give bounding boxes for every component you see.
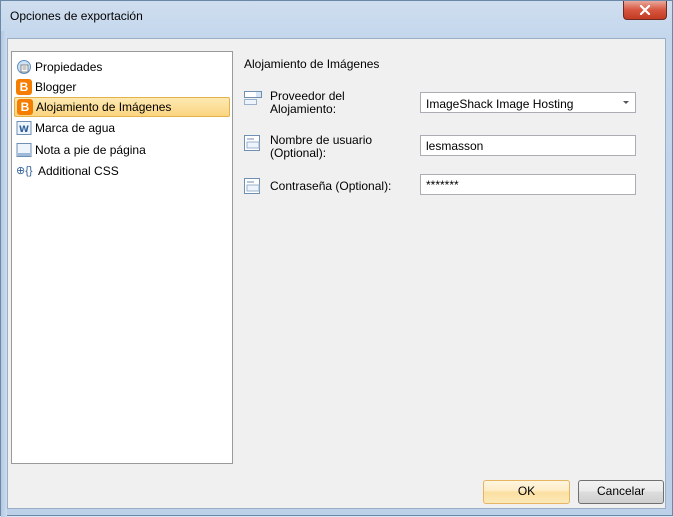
close-icon (639, 5, 651, 15)
title-bar: Opciones de exportación (1, 1, 672, 31)
username-value: lesmasson (426, 139, 484, 153)
provider-label: Proveedor del Alojamiento: (244, 90, 345, 116)
sidebar-item-label: Alojamiento de Imágenes (36, 100, 172, 114)
watermark-icon: W (16, 120, 32, 136)
sidebar-item-additional-css[interactable]: ⊕{} Additional CSS (14, 161, 230, 181)
sidebar-item-label: Propiedades (35, 60, 103, 74)
sidebar-item-label: Marca de agua (35, 121, 116, 135)
ok-button[interactable]: OK (483, 480, 570, 504)
sidebar-item-label: Nota a pie de página (35, 143, 146, 157)
provider-select[interactable]: ImageShack Image Hosting (420, 92, 636, 113)
svg-text:W: W (19, 125, 29, 135)
export-options-dialog: Opciones de exportación Propiedades B Bl… (0, 0, 673, 517)
textfield-icon (244, 178, 262, 194)
sidebar-item-label: Additional CSS (38, 164, 119, 178)
password-label: Contraseña (Optional): (244, 177, 391, 194)
username-input[interactable]: lesmasson (420, 135, 636, 156)
username-label-line1: Nombre de usuario (270, 133, 373, 147)
chevron-down-icon (623, 101, 629, 104)
sidebar-item-label: Blogger (35, 80, 77, 94)
properties-icon (16, 59, 32, 75)
password-value: ******* (426, 178, 459, 192)
footer-icon (16, 142, 32, 158)
provider-label-line2: Alojamiento: (270, 102, 337, 116)
textfield-icon (244, 135, 262, 151)
sidebar: Propiedades B Blogger B Alojamiento de I… (11, 51, 233, 464)
password-input[interactable]: ******* (420, 174, 636, 195)
dialog-client-area: Propiedades B Blogger B Alojamiento de I… (7, 38, 666, 509)
username-label-line2: (Optional): (270, 146, 327, 160)
window-title: Opciones de exportación (10, 9, 143, 23)
username-label: Nombre de usuario (Optional): (244, 134, 372, 160)
dropdown-field-icon (244, 91, 262, 107)
password-label-text: Contraseña (Optional): (270, 179, 392, 193)
close-button[interactable] (623, 1, 667, 20)
sidebar-item-footnote[interactable]: Nota a pie de página (14, 140, 230, 160)
sidebar-item-image-hosting[interactable]: B Alojamiento de Imágenes (14, 97, 230, 117)
section-title: Alojamiento de Imágenes (244, 57, 380, 71)
provider-select-value: ImageShack Image Hosting (426, 97, 574, 111)
blogger-icon: B (17, 99, 33, 115)
sidebar-item-propiedades[interactable]: Propiedades (14, 57, 230, 77)
sidebar-item-watermark[interactable]: W Marca de agua (14, 118, 230, 138)
sidebar-item-blogger[interactable]: B Blogger (14, 77, 230, 97)
cancel-button[interactable]: Cancelar (578, 480, 664, 504)
blogger-icon: B (16, 79, 32, 95)
provider-label-line1: Proveedor del (270, 89, 345, 103)
css-icon: ⊕{} (16, 165, 33, 177)
